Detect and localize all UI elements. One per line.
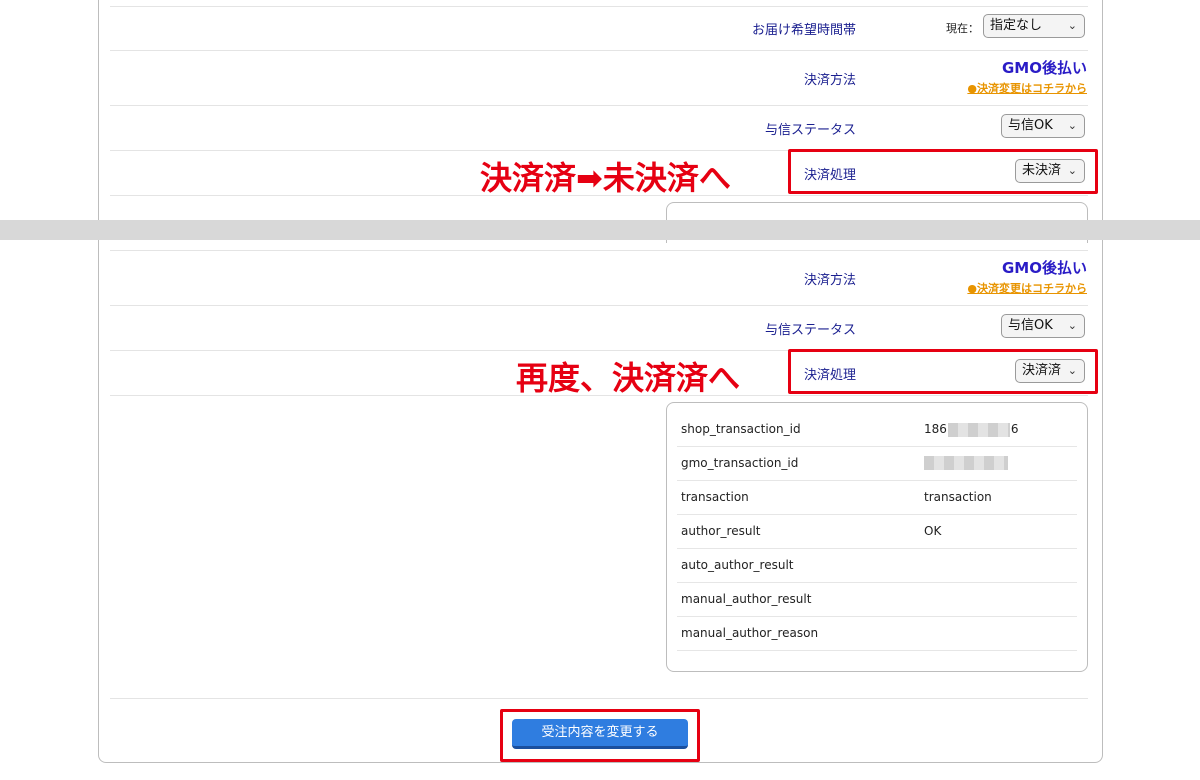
info-value: OK <box>924 524 942 538</box>
divider <box>110 105 1088 106</box>
delivery-time-label: お届け希望時間帯 <box>751 23 856 38</box>
divider <box>110 250 1088 251</box>
divider <box>110 395 1088 396</box>
info-row: transaction transaction <box>677 480 1077 515</box>
credit-status-value: 与信OK <box>1008 118 1053 133</box>
divider <box>110 6 1088 7</box>
info-key: manual_author_result <box>681 592 812 606</box>
info-key: transaction <box>681 490 749 504</box>
credit-status-label: 与信ステータス <box>764 123 856 138</box>
divider <box>110 305 1088 306</box>
credit-status-select[interactable]: 与信OK ⌄ <box>1001 314 1085 338</box>
chevron-down-icon: ⌄ <box>1067 164 1077 177</box>
payment-change-link[interactable]: ●決済変更はコチラから <box>887 280 1087 296</box>
submit-order-change-button[interactable]: 受注内容を変更する <box>512 719 688 749</box>
info-key: auto_author_result <box>681 558 794 572</box>
chevron-down-icon: ⌄ <box>1067 119 1077 132</box>
delivery-current-prefix: 現在： <box>946 22 979 35</box>
info-key: manual_author_reason <box>681 626 819 640</box>
info-value: 186 6 <box>924 422 1019 437</box>
credit-status-select[interactable]: 与信OK ⌄ <box>1001 114 1085 138</box>
settlement-select[interactable]: 決済済 ⌄ <box>1015 359 1085 383</box>
chevron-down-icon: ⌄ <box>1067 364 1077 377</box>
chevron-down-icon: ⌄ <box>1067 319 1077 332</box>
info-value: transaction <box>924 490 992 504</box>
settlement-value: 決済済 <box>1022 363 1062 378</box>
screenshot-separator <box>0 220 1200 240</box>
info-row: author_result OK <box>677 514 1077 549</box>
info-row: shop_transaction_id 186 6 <box>677 412 1077 447</box>
payment-method-value: GMO後払い <box>1002 259 1087 277</box>
info-key: author_result <box>681 524 761 538</box>
chevron-down-icon: ⌄ <box>1067 19 1077 32</box>
transaction-info-box: shop_transaction_id 186 6 gmo_transaction… <box>666 402 1088 672</box>
divider <box>110 698 1088 699</box>
redacted-block <box>924 456 1008 470</box>
redacted-block <box>947 422 1010 437</box>
credit-status-value: 与信OK <box>1008 318 1053 333</box>
payment-change-link[interactable]: ●決済変更はコチラから <box>887 80 1087 96</box>
payment-method-label: 決済方法 <box>803 273 856 288</box>
delivery-time-select[interactable]: 指定なし ⌄ <box>983 14 1085 38</box>
divider <box>110 195 1088 196</box>
settlement-label: 決済処理 <box>803 168 856 183</box>
settlement-label: 決済処理 <box>803 368 856 383</box>
info-row: gmo_transaction_id <box>677 446 1077 481</box>
settlement-select[interactable]: 未決済 ⌄ <box>1015 159 1085 183</box>
info-key: shop_transaction_id <box>681 422 801 436</box>
settlement-value: 未決済 <box>1022 163 1062 178</box>
credit-status-label: 与信ステータス <box>764 323 856 338</box>
payment-method-value: GMO後払い <box>1002 59 1087 77</box>
divider <box>110 50 1088 51</box>
info-row: auto_author_result <box>677 548 1077 583</box>
info-row: manual_author_result <box>677 582 1077 617</box>
info-key: gmo_transaction_id <box>681 456 799 470</box>
payment-method-label: 決済方法 <box>803 73 856 88</box>
delivery-time-value: 指定なし <box>990 18 1043 33</box>
info-row: manual_author_reason <box>677 616 1077 651</box>
